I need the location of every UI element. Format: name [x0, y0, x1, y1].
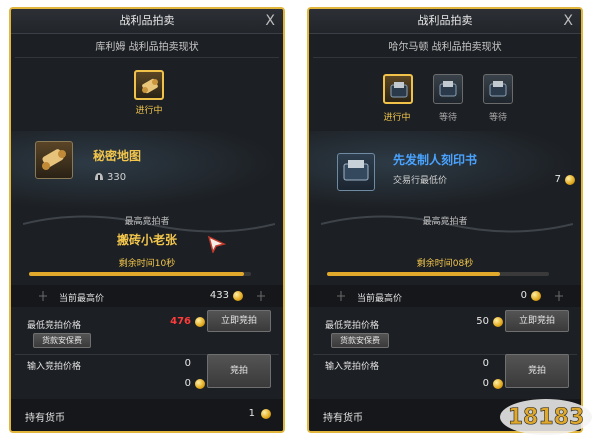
current-high-label: 当前最高价: [59, 294, 105, 304]
bid-price-input[interactable]: 0: [429, 358, 489, 369]
bid-button[interactable]: 竞拍: [207, 354, 271, 388]
item-icon: [337, 153, 375, 191]
market-lowest-value: 7: [554, 174, 561, 185]
engraving-book-icon: [343, 160, 369, 181]
holding-currency-label: 持有货币: [25, 413, 65, 424]
input-bid-label: 输入竞拍价格: [27, 362, 82, 372]
divider: [313, 57, 577, 58]
auction-slot-active[interactable]: [383, 74, 413, 104]
coin-icon: [195, 317, 205, 327]
panel-title: 战利品拍卖: [119, 14, 175, 27]
bid-coin-value: 0: [482, 378, 489, 389]
divider: [15, 57, 279, 58]
item-stat-value: 330: [107, 172, 127, 183]
holding-currency-value: 1: [248, 408, 255, 419]
auction-status-subtitle: 库利姆 战利品拍卖现状: [95, 42, 199, 53]
holding-currency-label: 持有货币: [323, 413, 363, 424]
close-icon[interactable]: X: [563, 9, 573, 33]
bid-coin-value: 0: [184, 378, 191, 389]
item-info-area: 秘密地图 330: [11, 131, 283, 211]
loot-auction-panel-halmaton: 战利品拍卖 X 哈尔马顿 战利品拍卖现状 进行中 等待 等待 先发制人刻印书 交…: [307, 7, 583, 433]
coin-icon: [493, 317, 503, 327]
highest-bidder-title: 最高竞拍者: [124, 217, 170, 227]
auction-slot-waiting[interactable]: [483, 74, 513, 104]
current-high-label: 当前最高价: [357, 294, 403, 304]
slot-state-label: 等待: [488, 113, 507, 123]
slot-state-label: 等待: [438, 113, 457, 123]
panel-title: 战利品拍卖: [417, 14, 473, 27]
time-progress-fill: [327, 272, 501, 276]
item-name: 秘密地图: [93, 149, 142, 163]
current-high-value: 433: [209, 290, 229, 301]
coin-icon: [565, 175, 575, 185]
remaining-time: 剩余时间10秒: [118, 259, 176, 269]
auction-slot-active[interactable]: [134, 70, 164, 100]
time-progress-bar: [29, 272, 251, 276]
holding-currency-row: 持有货币 1: [11, 399, 283, 431]
item-name: 先发制人刻印书: [393, 153, 478, 167]
coin-icon: [261, 409, 271, 419]
input-bid-label: 输入竞拍价格: [325, 362, 380, 372]
min-bid-label: 最低竞拍价格: [27, 321, 82, 331]
min-bid-label: 最低竞拍价格: [325, 321, 380, 331]
decorative-glyph-icon: [555, 291, 563, 301]
min-bid-value: 476: [170, 316, 191, 327]
loot-auction-panel-kurim: 战利品拍卖 X 库利姆 战利品拍卖现状 进行中 秘密地图 330 最高竞拍者 搬…: [9, 7, 285, 433]
bid-button[interactable]: 竞拍: [505, 354, 569, 388]
decorative-glyph-icon: [39, 291, 47, 301]
current-high-value: 0: [520, 290, 527, 301]
highest-bidder-title: 最高竞拍者: [422, 217, 468, 227]
slot-state-label: 进行中: [383, 113, 411, 123]
guarantee-fee-button[interactable]: 货款安保费: [33, 333, 91, 348]
helmet-icon: [95, 173, 103, 180]
coin-icon: [195, 379, 205, 389]
panel-titlebar: 战利品拍卖 X: [309, 9, 581, 34]
cursor-arrow-icon: [207, 235, 227, 253]
instant-bid-button[interactable]: 立即竞拍: [505, 310, 569, 332]
scroll-icon: [142, 78, 158, 94]
svg-text:18183: 18183: [508, 405, 585, 430]
current-high-row: 当前最高价 433: [11, 285, 283, 307]
slot-state-label: 进行中: [135, 106, 163, 116]
item-info-area: 先发制人刻印书 交易行最低价 7: [309, 131, 581, 211]
guarantee-fee-button[interactable]: 货款安保费: [331, 333, 389, 348]
remaining-time: 剩余时间08秒: [416, 259, 474, 269]
auction-status-subtitle: 哈尔马顿 战利品拍卖现状: [388, 42, 502, 53]
current-high-row: 当前最高价 0: [309, 285, 581, 307]
close-icon[interactable]: X: [265, 9, 275, 33]
seal-box-icon: [489, 81, 507, 97]
item-icon: [35, 141, 73, 179]
min-bid-value: 50: [476, 316, 489, 327]
decorative-glyph-icon: [337, 291, 345, 301]
time-progress-fill: [29, 272, 245, 276]
coin-icon: [531, 291, 541, 301]
coin-icon: [233, 291, 243, 301]
auction-slot-waiting[interactable]: [433, 74, 463, 104]
decorative-glyph-icon: [257, 291, 265, 301]
time-progress-bar: [327, 272, 549, 276]
coin-icon: [493, 379, 503, 389]
highest-bidder-name: 搬砖小老张: [116, 233, 177, 247]
bid-price-input[interactable]: 0: [131, 358, 191, 369]
seal-box-icon: [439, 81, 457, 97]
market-lowest-label: 交易行最低价: [393, 176, 448, 186]
instant-bid-button[interactable]: 立即竞拍: [207, 310, 271, 332]
seal-box-icon: [390, 82, 408, 98]
panel-titlebar: 战利品拍卖 X: [11, 9, 283, 34]
site-watermark-logo: 18183: [500, 399, 592, 435]
scroll-map-icon: [42, 149, 66, 170]
